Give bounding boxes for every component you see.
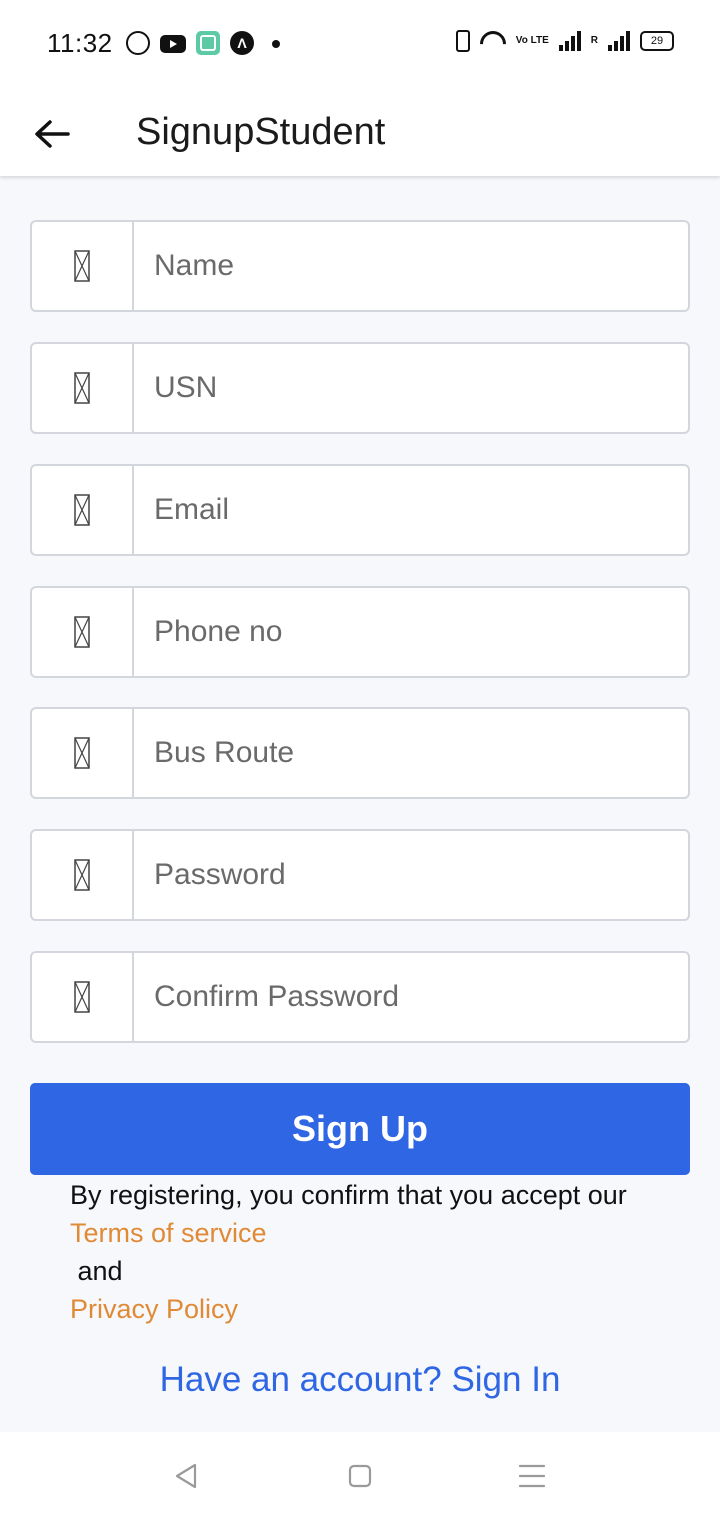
legal-intro: By registering, you confirm that you acc… [70,1180,627,1210]
missing-glyph-icon [74,494,90,526]
missing-glyph-icon [74,250,90,282]
menu-lines-icon [518,1464,546,1488]
volte-icon: Vo LTE [515,35,549,46]
password-field [30,829,690,921]
a-logo-icon: Λ [230,31,254,55]
phone-field [30,586,690,678]
missing-glyph-icon [74,737,90,769]
notification-dot-icon [272,40,280,48]
nav-back-button[interactable] [168,1458,204,1494]
back-button[interactable] [28,110,76,158]
usn-input[interactable] [134,344,684,432]
status-bar: 11:32 Λ Vo LTE R 29 [0,0,720,90]
field-icon-cell [32,709,134,797]
signal-roaming-icon [608,31,630,51]
missing-glyph-icon [74,372,90,404]
whatsapp-icon [126,31,150,55]
phone-input[interactable] [134,588,684,676]
field-icon-cell [32,466,134,554]
field-icon-cell [32,588,134,676]
usn-field [30,342,690,434]
nav-home-button[interactable] [342,1458,378,1494]
arrow-left-icon [35,120,70,148]
field-icon-cell [32,344,134,432]
privacy-policy-link[interactable]: Privacy Policy [70,1291,238,1327]
bus-route-input[interactable] [134,709,684,797]
signal-roaming-label: R [590,35,598,46]
email-field [30,464,690,556]
confirm-password-input[interactable] [134,953,684,1041]
missing-glyph-icon [74,616,90,648]
bus-route-field [30,707,690,799]
name-field [30,220,690,312]
status-time: 11:32 [47,28,113,58]
system-nav-bar [0,1432,720,1520]
field-icon-cell [32,953,134,1041]
name-input[interactable] [134,222,684,310]
app-bar: SignupStudent [0,90,720,176]
vibrate-icon [455,30,470,52]
page-title: SignupStudent [136,111,386,153]
legal-conjunction: and [70,1256,123,1286]
missing-glyph-icon [74,859,90,891]
email-input[interactable] [134,466,684,554]
app-icon [196,31,220,55]
sign-in-link[interactable]: Have an account? Sign In [0,1360,720,1400]
battery-icon: 29 [640,31,674,51]
signal-icon [558,31,581,51]
wifi-icon [480,31,506,51]
missing-glyph-icon [74,981,90,1013]
youtube-icon [160,35,186,53]
status-icons-right: Vo LTE R 29 [455,30,674,52]
field-icon-cell [32,831,134,919]
field-icon-cell [32,222,134,310]
nav-menu-button[interactable] [514,1458,550,1494]
password-input[interactable] [134,831,684,919]
sign-up-button[interactable]: Sign Up [30,1083,690,1175]
back-triangle-icon [175,1463,197,1489]
terms-of-service-link[interactable]: Terms of service [70,1215,267,1251]
home-square-icon [348,1464,372,1488]
confirm-password-field [30,951,690,1043]
